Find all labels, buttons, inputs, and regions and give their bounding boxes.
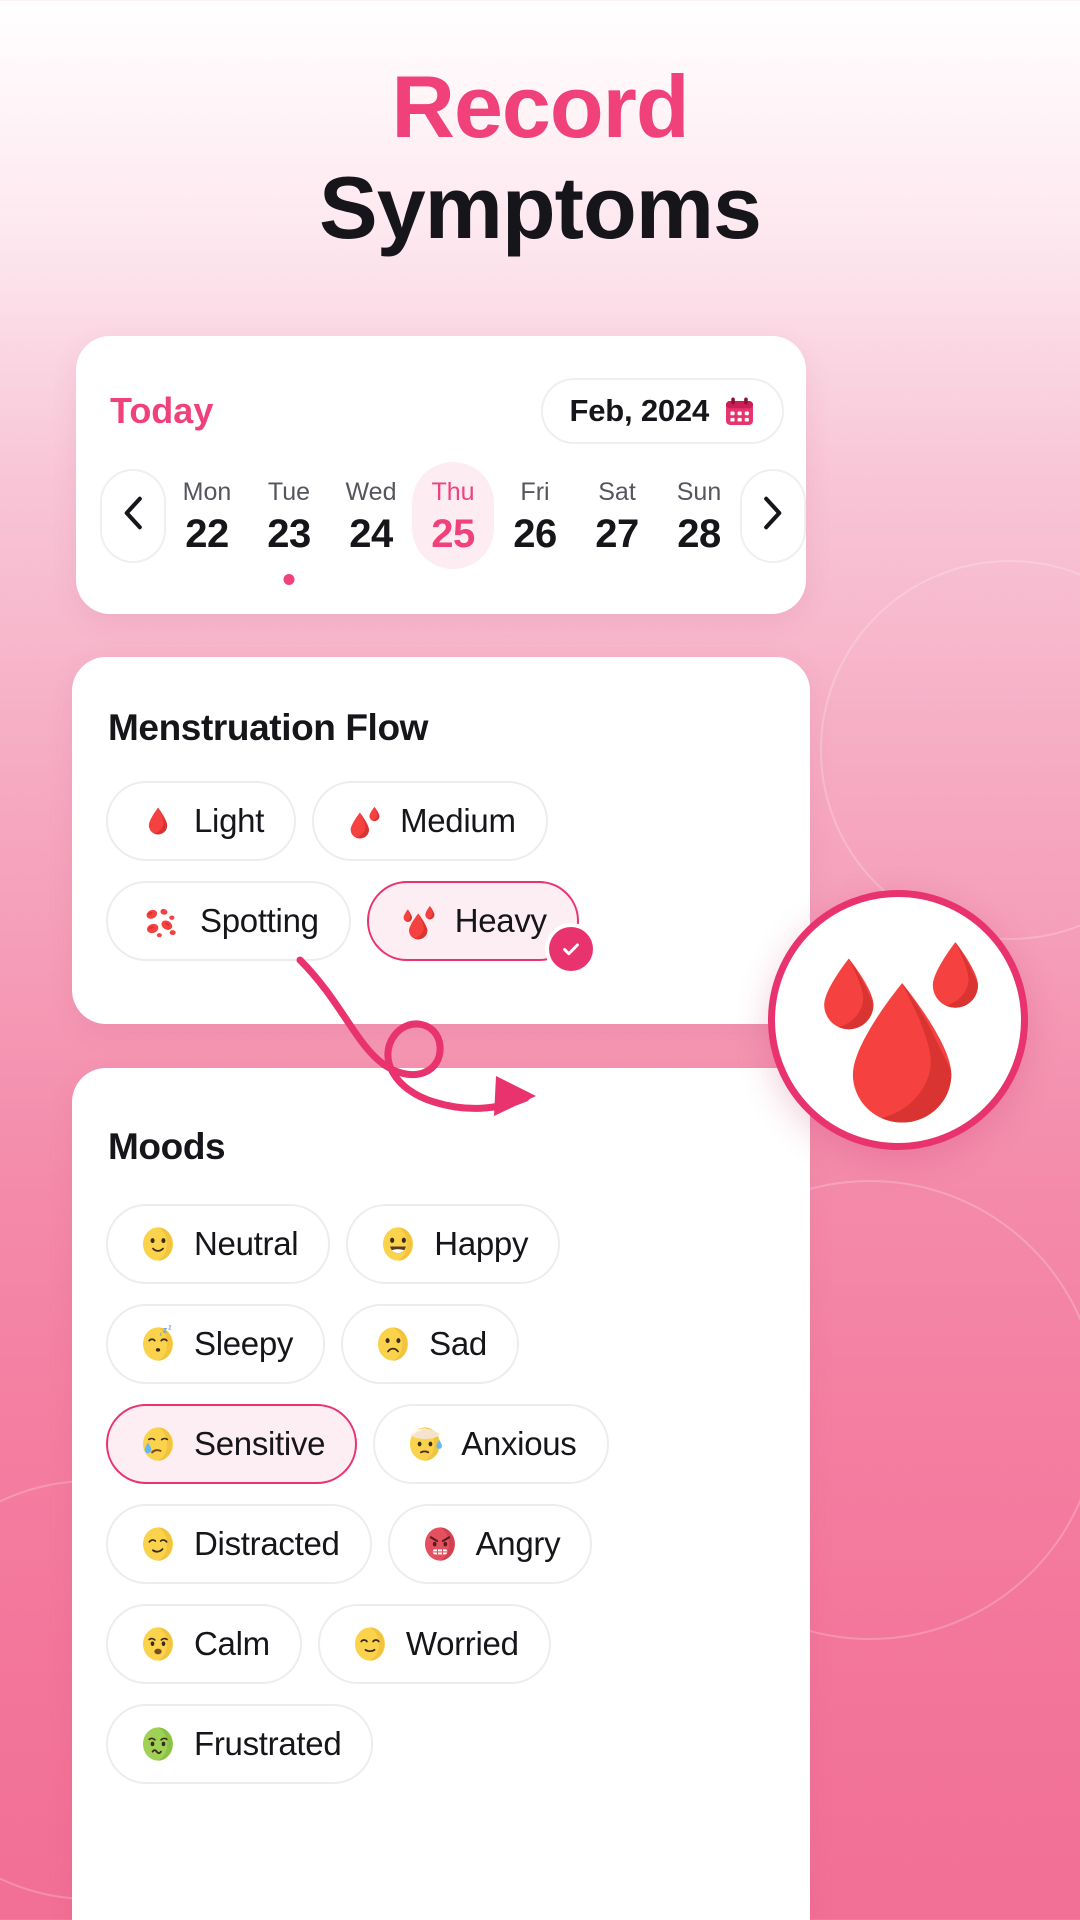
month-value: Feb, 2024 [569,393,709,428]
day-strip: Mon 22 Tue 23 Wed 24 Thu 25 Fri 26 Sat 27 Sun 28 [100,462,806,585]
day-number-label: 26 [513,512,557,556]
day-number-label: 24 [349,512,393,556]
mood-option-list: Neutral Happy Z Zz Sleepy Sad Sensitive Anxious… [106,1204,784,1784]
blood-spots-icon [138,901,184,941]
chevron-right-icon [762,496,784,535]
chip-calm[interactable]: Calm [106,1604,302,1684]
period-marker-dot [283,574,295,585]
prev-week-button[interactable] [100,468,166,563]
angry-face-emoji [420,1524,460,1564]
chip-label: Frustrated [194,1725,342,1762]
blood-drops-three-icon [824,942,978,1123]
curved-arrow-icon [296,956,536,1116]
neutral-face-emoji [138,1224,178,1264]
day-cell[interactable]: Sat 27 [576,462,658,569]
day-of-week-label: Sun [676,478,722,506]
svg-text:z: z [160,1331,162,1336]
chip-spotting[interactable]: Spotting [106,881,351,961]
moods-section-title: Moods [108,1126,226,1167]
chip-light[interactable]: Light [106,781,297,861]
chip-label: Distracted [194,1525,340,1562]
happy-face-emoji [378,1224,418,1264]
chip-label: Sad [429,1325,487,1362]
chip-label: Sleepy [194,1325,294,1362]
svg-text:Z: Z [163,1327,167,1334]
day-cell[interactable]: Wed 24 [330,462,412,569]
page-title-primary: Record [391,57,689,156]
day-number-label: 23 [267,512,311,556]
svg-text:Z: Z [168,1325,171,1331]
chip-label: Anxious [461,1425,577,1462]
smirking-face-emoji [138,1524,178,1564]
sleepy-face-emoji: ZZz [138,1324,178,1364]
moods-card: Moods Neutral Happy Z Zz Sleepy Sad Sensitive A… [72,1068,810,1920]
day-cell[interactable]: Tue 23 [248,462,330,585]
day-of-week-label: Tue [267,478,311,506]
day-of-week-label: Mon [182,478,232,506]
day-number-label: 22 [185,512,229,556]
chip-heavy[interactable]: Heavy [366,881,593,971]
chevron-left-icon [122,496,144,535]
day-cell[interactable]: Thu 25 [412,462,494,569]
day-number-label: 28 [677,512,721,556]
day-cell[interactable]: Sun 28 [658,462,740,569]
chip-worried[interactable]: Worried [317,1604,551,1684]
chip-sad[interactable]: Sad [341,1304,519,1384]
date-card-header: Today Feb, 2024 [110,378,784,444]
chip-medium[interactable]: Medium [312,781,548,861]
anxious-sweat-emoji [405,1424,445,1464]
day-cell[interactable]: Fri 26 [494,462,576,569]
chip-label: Spotting [200,902,319,939]
chip-label: Medium [400,802,516,839]
chip-distracted[interactable]: Distracted [106,1504,372,1584]
chip-angry[interactable]: Angry [387,1504,593,1584]
page-title-secondary: Symptoms [319,158,762,258]
day-number-label: 25 [431,512,475,556]
chip-label: Calm [194,1625,270,1662]
chip-happy[interactable]: Happy [346,1204,561,1284]
magnifier-callout [768,890,1028,1150]
chip-label: Heavy [454,902,547,939]
day-of-week-label: Thu [431,478,475,506]
crying-face-emoji [138,1424,178,1464]
day-of-week-label: Sat [598,478,636,506]
day-number-label: 27 [595,512,639,556]
day-of-week-label: Wed [345,478,397,506]
chip-label: Angry [475,1525,561,1562]
blood-drops-three-icon [399,901,439,941]
chip-neutral[interactable]: Neutral [106,1204,331,1284]
chip-label: Sensitive [194,1425,326,1462]
sad-face-emoji [373,1324,413,1364]
month-selector-button[interactable]: Feb, 2024 [541,378,784,444]
nauseated-face-emoji [138,1724,178,1764]
worried-face-emoji [138,1624,178,1664]
blood-drop-icon [138,801,178,841]
blood-drops-two-icon [344,801,384,841]
chip-sensitive[interactable]: Sensitive [106,1404,358,1484]
chip-frustrated[interactable]: Frustrated [106,1704,374,1784]
relieved-face-emoji [350,1624,390,1664]
chip-label: Happy [434,1225,529,1262]
page-header: Record Symptoms [0,60,1080,258]
background-swirl-3 [820,560,1080,940]
calendar-icon [723,395,756,428]
flow-option-list: Light Medium Spotting Heavy [106,781,784,971]
day-cell[interactable]: Mon 22 [166,462,248,569]
today-label: Today [110,390,214,431]
chip-label: Worried [405,1625,519,1662]
chip-sleepy[interactable]: Z Zz Sleepy [106,1304,326,1384]
chip-label: Light [194,802,265,839]
chip-anxious[interactable]: Anxious [373,1404,609,1484]
flow-section-title: Menstruation Flow [108,707,429,748]
day-list: Mon 22 Tue 23 Wed 24 Thu 25 Fri 26 Sat 27 Sun 28 [166,462,740,585]
date-selector-card: Today Feb, 2024 Mon 22 Tue 23 Wed 24 Thu… [76,336,806,614]
next-week-button[interactable] [740,468,806,563]
chip-label: Neutral [194,1225,299,1262]
day-of-week-label: Fri [520,478,550,506]
